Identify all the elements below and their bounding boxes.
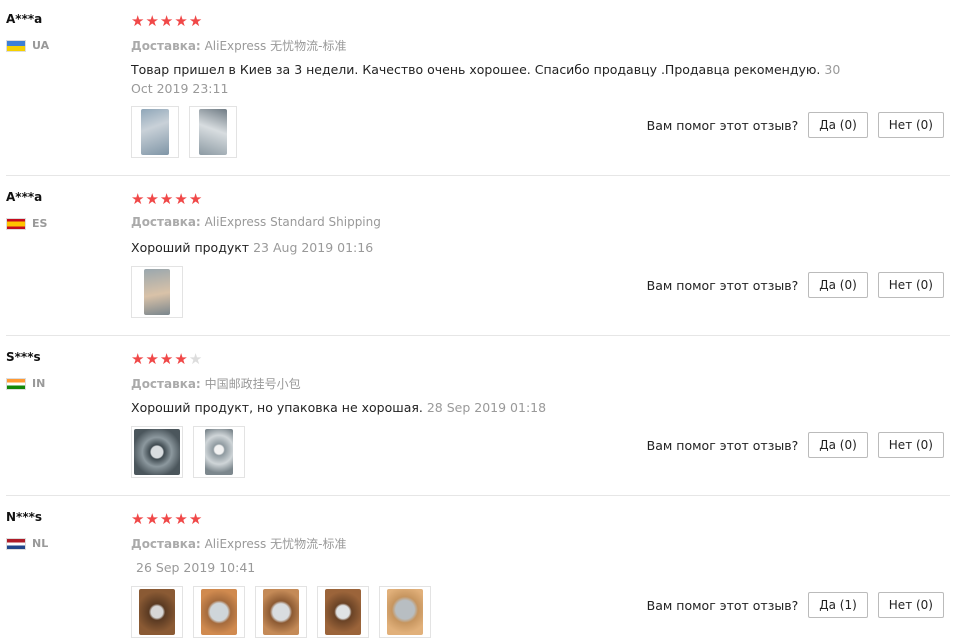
- helpful-controls: Вам помог этот отзыв? Да (0) Нет (0): [647, 112, 944, 138]
- helpful-controls: Вам помог этот отзыв? Да (0) Нет (0): [647, 432, 944, 458]
- helpful-no-button[interactable]: Нет (0): [877, 112, 944, 138]
- country-code: UA: [32, 39, 50, 52]
- star-icon: ★: [174, 12, 188, 30]
- reviewer-country: ES: [6, 217, 47, 230]
- reviewer-name: A***a: [6, 12, 43, 26]
- review-photo[interactable]: [193, 586, 245, 638]
- star-icon: ★: [145, 350, 159, 368]
- shipping-method: AliExpress Standard Shipping: [204, 215, 381, 229]
- star-icon: ★: [174, 350, 188, 368]
- review-photo[interactable]: [131, 426, 183, 478]
- in-flag-icon: [6, 377, 26, 390]
- star-icon: ★: [188, 510, 203, 528]
- country-code: ES: [32, 217, 48, 230]
- review-photo[interactable]: [379, 586, 431, 638]
- review-photo[interactable]: [131, 266, 183, 318]
- shipping-method: AliExpress 无忧物流-标准: [204, 537, 347, 551]
- shipping-info: Доставка: 中国邮政挂号小包: [131, 375, 301, 392]
- star-rating: ★ ★ ★ ★ ★: [131, 14, 202, 29]
- reviewer-name: A***a: [6, 190, 43, 204]
- star-icon: ★: [159, 190, 174, 208]
- review-photos: [131, 426, 245, 478]
- reviewer-name: N***s: [6, 510, 43, 524]
- es-flag-icon: [6, 217, 26, 230]
- star-icon: ★: [174, 190, 188, 208]
- helpful-question: Вам помог этот отзыв?: [646, 597, 799, 613]
- shipping-info: Доставка: AliExpress Standard Shipping: [131, 215, 381, 229]
- review-photo[interactable]: [255, 586, 307, 638]
- star-icon: ★: [188, 190, 203, 208]
- country-code: IN: [32, 377, 46, 390]
- review-body: Товар пришел в Киев за 3 недели. Качеств…: [131, 62, 821, 77]
- review-divider: [6, 335, 950, 336]
- star-empty-icon: ★: [188, 350, 203, 368]
- review-text: Хороший продукт, но упаковка не хорошая.…: [131, 398, 851, 417]
- star-icon: ★: [131, 190, 145, 208]
- review-date: 23 Aug 2019 01:16: [253, 240, 374, 255]
- country-code: NL: [32, 537, 49, 550]
- shipping-info: Доставка: AliExpress 无忧物流-标准: [131, 37, 346, 54]
- nl-flag-icon: [6, 537, 26, 550]
- reviewer-country: IN: [6, 377, 45, 390]
- star-icon: ★: [131, 12, 145, 30]
- review-date: 28 Sep 2019 01:18: [426, 400, 547, 415]
- helpful-controls: Вам помог этот отзыв? Да (0) Нет (0): [647, 272, 944, 298]
- star-icon: ★: [145, 510, 159, 528]
- review-photo[interactable]: [317, 586, 369, 638]
- review-photo[interactable]: [189, 106, 237, 158]
- star-icon: ★: [145, 12, 159, 30]
- shipping-label: Доставка:: [131, 537, 201, 551]
- review-photos: [131, 266, 183, 318]
- helpful-yes-button[interactable]: Да (0): [808, 432, 868, 458]
- reviewer-country: UA: [6, 39, 49, 52]
- helpful-yes-button[interactable]: Да (1): [808, 592, 868, 618]
- shipping-label: Доставка:: [131, 39, 201, 53]
- review-photos: [131, 586, 431, 638]
- review-text: Товар пришел в Киев за 3 недели. Качеств…: [131, 60, 851, 98]
- ua-flag-icon: [6, 39, 26, 52]
- review-photo[interactable]: [131, 586, 183, 638]
- star-icon: ★: [131, 350, 145, 368]
- star-icon: ★: [159, 350, 174, 368]
- star-icon: ★: [145, 190, 159, 208]
- review-text: Хороший продукт 23 Aug 2019 01:16: [131, 238, 851, 257]
- star-icon: ★: [159, 510, 174, 528]
- review-photo[interactable]: [131, 106, 179, 158]
- reviewer-name: S***s: [6, 350, 41, 364]
- star-rating: ★ ★ ★ ★ ★: [131, 512, 202, 527]
- helpful-yes-button[interactable]: Да (0): [808, 112, 868, 138]
- helpful-no-button[interactable]: Нет (0): [877, 592, 944, 618]
- shipping-method: AliExpress 无忧物流-标准: [204, 39, 347, 53]
- star-icon: ★: [159, 12, 174, 30]
- helpful-yes-button[interactable]: Да (0): [808, 272, 868, 298]
- star-icon: ★: [131, 510, 145, 528]
- review-photos: [131, 106, 237, 158]
- review-date: 26 Sep 2019 10:41: [136, 560, 256, 575]
- reviewer-country: NL: [6, 537, 48, 550]
- review-photo[interactable]: [193, 426, 245, 478]
- shipping-label: Доставка:: [131, 215, 201, 229]
- review-body: Хороший продукт, но упаковка не хорошая.: [131, 400, 423, 415]
- helpful-no-button[interactable]: Нет (0): [877, 272, 944, 298]
- star-icon: ★: [188, 12, 203, 30]
- review-divider: [6, 175, 950, 176]
- shipping-label: Доставка:: [131, 377, 201, 391]
- helpful-question: Вам помог этот отзыв?: [646, 277, 799, 293]
- review-body: Хороший продукт: [131, 240, 250, 255]
- star-rating: ★ ★ ★ ★ ★: [131, 192, 202, 207]
- shipping-info: Доставка: AliExpress 无忧物流-标准: [131, 535, 346, 552]
- star-icon: ★: [174, 510, 188, 528]
- helpful-question: Вам помог этот отзыв?: [646, 117, 799, 133]
- shipping-method: 中国邮政挂号小包: [204, 377, 301, 391]
- star-rating: ★ ★ ★ ★ ★: [131, 352, 202, 367]
- review-divider: [6, 495, 950, 496]
- helpful-no-button[interactable]: Нет (0): [877, 432, 944, 458]
- helpful-controls: Вам помог этот отзыв? Да (1) Нет (0): [647, 592, 944, 618]
- helpful-question: Вам помог этот отзыв?: [646, 437, 799, 453]
